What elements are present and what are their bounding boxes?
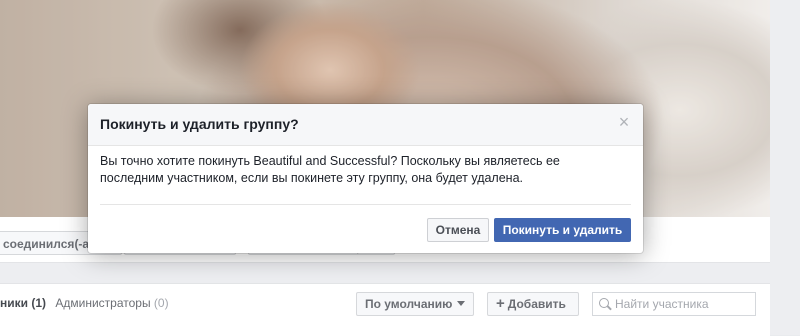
- search-icon: [599, 298, 609, 308]
- dialog-message: Вы точно хотите покинуть Beautiful and S…: [100, 154, 560, 185]
- chevron-down-icon: [457, 301, 466, 306]
- add-member-button[interactable]: + Добавить: [487, 292, 579, 316]
- tab-admins[interactable]: Администраторы (0): [55, 296, 168, 310]
- leave-group-dialog: Покинуть и удалить группу? × Вы точно хо…: [88, 104, 643, 253]
- member-search-input[interactable]: Найти участника: [592, 292, 756, 316]
- dialog-title: Покинуть и удалить группу?: [100, 116, 299, 132]
- members-section-header: ники (1) Администраторы (0) По умолчанию…: [0, 283, 770, 336]
- dialog-header: Покинуть и удалить группу? ×: [88, 104, 643, 146]
- sort-dropdown[interactable]: По умолчанию: [356, 292, 474, 316]
- tab-members[interactable]: ники (1): [0, 296, 46, 310]
- leave-and-delete-button[interactable]: Покинуть и удалить: [494, 218, 631, 242]
- divider: [100, 204, 631, 205]
- page-gutter: [770, 0, 800, 335]
- close-icon[interactable]: ×: [616, 113, 632, 131]
- plus-icon: +: [496, 295, 505, 312]
- cancel-button[interactable]: Отмена: [427, 218, 489, 242]
- members-tabs: ники (1) Администраторы (0): [0, 296, 169, 310]
